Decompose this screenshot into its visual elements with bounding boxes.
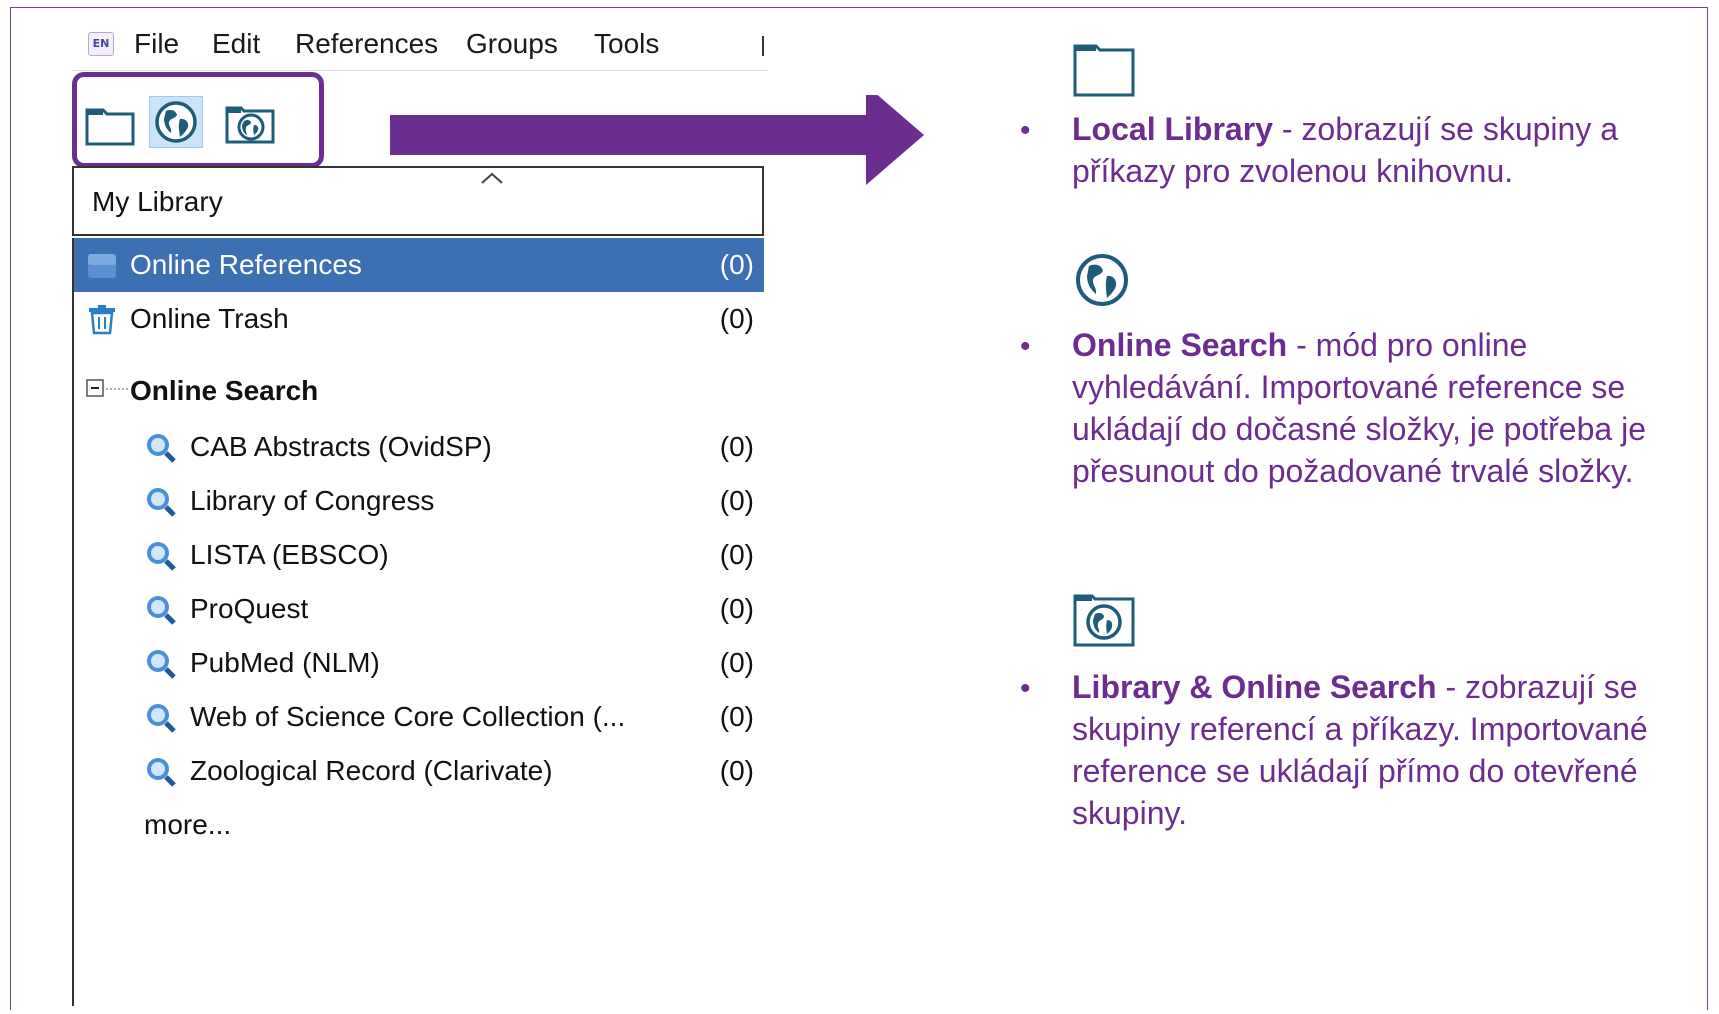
online-search-magnifier-icon <box>147 488 176 517</box>
online-search-header-label: Online Search <box>130 375 319 406</box>
local-library-description: Local Library - zobrazují se skupiny a p… <box>1072 108 1672 192</box>
search-source-row[interactable]: Web of Science Core Collection (... (0) <box>74 690 764 744</box>
search-source-count: (0) <box>719 593 754 624</box>
more-sources-label: more... <box>144 809 232 840</box>
library-selector[interactable]: My Library <box>72 166 764 236</box>
search-source-row[interactable]: Library of Congress (0) <box>74 474 764 528</box>
menu-overflow-edge <box>762 36 764 56</box>
search-source-label: Library of Congress <box>190 485 435 516</box>
online-search-description: Online Search - mód pro online vyhledává… <box>1072 324 1672 492</box>
search-source-row[interactable]: Zoological Record (Clarivate) (0) <box>74 744 764 798</box>
library-online-title: Library & Online Search <box>1072 669 1437 705</box>
folder-icon <box>1073 44 1135 97</box>
menu-groups[interactable]: Groups <box>466 28 558 60</box>
menu-tools[interactable]: Tools <box>594 28 659 60</box>
online-search-magnifier-icon <box>147 542 176 571</box>
folder-icon <box>85 108 135 146</box>
globe-icon <box>1076 254 1128 306</box>
menu-bar: EN File Edit References Groups Tools <box>72 20 768 71</box>
groups-tree: Online References (0) Online Trash (0) O <box>72 238 764 1006</box>
collapse-caret-icon[interactable] <box>479 170 505 186</box>
library-name: My Library <box>92 186 223 217</box>
mode-toolbar <box>72 72 324 168</box>
references-drawer-icon <box>88 254 116 278</box>
online-search-mode-button[interactable] <box>149 96 203 148</box>
local-library-mode-button[interactable] <box>83 96 137 148</box>
search-source-row[interactable]: LISTA (EBSCO) (0) <box>74 528 764 582</box>
folder-globe-icon <box>1073 594 1135 647</box>
online-search-magnifier-icon <box>147 758 176 787</box>
search-source-label: PubMed (NLM) <box>190 647 380 678</box>
search-source-label: LISTA (EBSCO) <box>190 539 389 570</box>
search-source-count: (0) <box>719 647 754 678</box>
online-trash-label: Online Trash <box>130 303 289 334</box>
online-trash-count: (0) <box>719 303 754 334</box>
search-source-row[interactable]: CAB Abstracts (OvidSP) (0) <box>74 420 764 474</box>
online-search-magnifier-icon <box>147 704 176 733</box>
more-sources-link[interactable]: more... <box>74 798 764 852</box>
trash-icon <box>89 305 115 335</box>
online-search-magnifier-icon <box>147 650 176 679</box>
online-references-group[interactable]: Online References (0) <box>74 238 764 292</box>
menu-file[interactable]: File <box>134 28 179 60</box>
search-source-row[interactable]: ProQuest (0) <box>74 582 764 636</box>
search-source-label: Web of Science Core Collection (... <box>190 701 626 732</box>
menu-edit[interactable]: Edit <box>212 28 260 60</box>
online-search-header[interactable]: Online Search <box>74 364 764 418</box>
search-source-label: Zoological Record (Clarivate) <box>190 755 553 786</box>
tree-connector <box>106 388 128 390</box>
search-source-count: (0) <box>719 701 754 732</box>
folder-globe-icon <box>225 106 275 144</box>
search-source-label: CAB Abstracts (OvidSP) <box>190 431 492 462</box>
search-source-row[interactable]: PubMed (NLM) (0) <box>74 636 764 690</box>
collapse-minus-icon[interactable] <box>86 379 104 397</box>
explanation-panel: • Local Library - zobrazují se skupiny a… <box>1000 0 1700 1000</box>
search-source-count: (0) <box>719 755 754 786</box>
online-trash-group[interactable]: Online Trash (0) <box>74 292 764 346</box>
endnote-window: EN File Edit References Groups Tools My … <box>72 20 924 1006</box>
search-source-count: (0) <box>719 485 754 516</box>
bullet-marker: • <box>1020 330 1031 363</box>
online-references-count: (0) <box>719 249 754 280</box>
library-online-description: Library & Online Search - zobrazují se s… <box>1072 666 1672 834</box>
online-search-magnifier-icon <box>147 434 176 463</box>
online-search-title: Online Search <box>1072 327 1288 363</box>
search-source-count: (0) <box>719 539 754 570</box>
bullet-marker: • <box>1020 114 1031 147</box>
library-online-mode-button[interactable] <box>223 96 277 148</box>
globe-icon <box>155 101 197 143</box>
search-source-label: ProQuest <box>190 593 309 624</box>
bullet-marker: • <box>1020 672 1031 705</box>
online-search-magnifier-icon <box>147 596 176 625</box>
menu-references[interactable]: References <box>295 28 438 60</box>
online-references-label: Online References <box>130 249 362 280</box>
endnote-logo-icon: EN <box>88 32 114 56</box>
local-library-title: Local Library <box>1072 111 1273 147</box>
search-source-count: (0) <box>719 431 754 462</box>
